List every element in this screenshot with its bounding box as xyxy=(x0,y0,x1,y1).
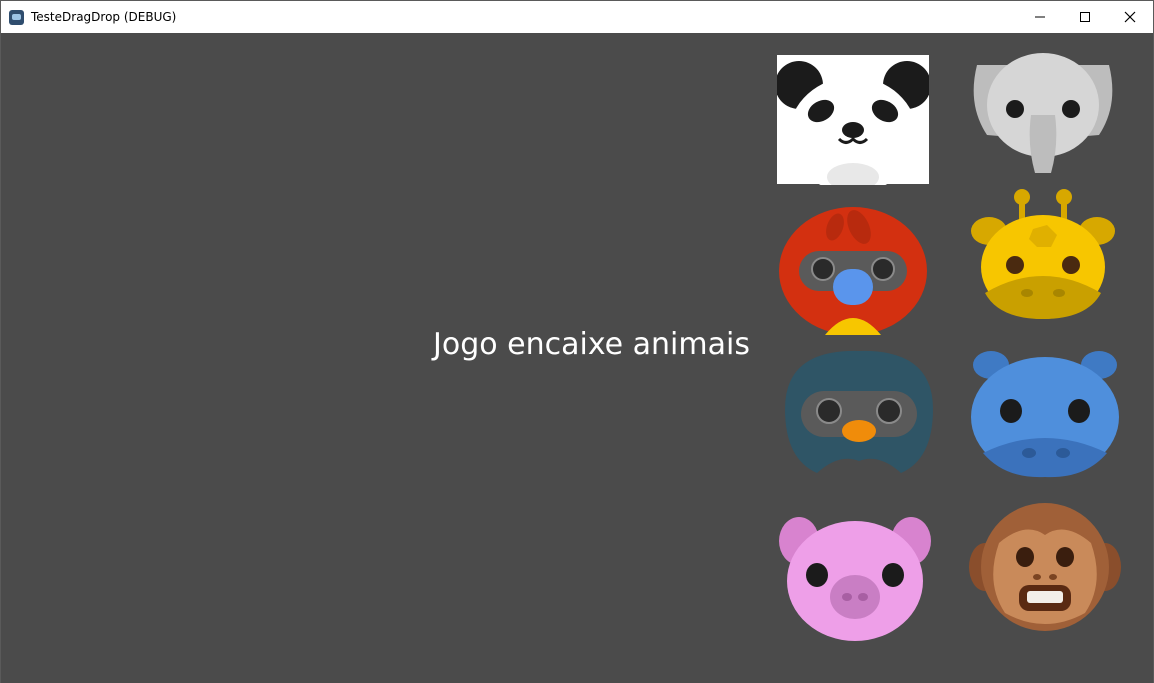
elephant-icon xyxy=(973,53,1113,173)
game-heading: Jogo encaixe animais xyxy=(433,327,750,362)
animal-tile-parrot[interactable] xyxy=(777,205,929,335)
close-button[interactable] xyxy=(1107,1,1153,33)
title-bar[interactable]: TesteDragDrop (DEBUG) xyxy=(1,1,1153,33)
window-title: TesteDragDrop (DEBUG) xyxy=(31,10,177,24)
close-icon xyxy=(1124,11,1136,23)
animal-tile-elephant[interactable] xyxy=(967,45,1119,175)
animal-tile-panda[interactable] xyxy=(777,55,929,185)
panda-icon xyxy=(777,55,929,185)
hippo-icon xyxy=(971,351,1119,478)
maximize-button[interactable] xyxy=(1062,1,1108,33)
pig-icon xyxy=(779,517,931,641)
animal-tile-penguin[interactable] xyxy=(783,349,935,479)
minimize-button[interactable] xyxy=(1017,1,1063,33)
app-icon xyxy=(9,10,24,25)
giraffe-icon xyxy=(971,189,1115,319)
penguin-icon xyxy=(785,350,933,473)
animal-tile-monkey[interactable] xyxy=(969,503,1121,633)
app-window: TesteDragDrop (DEBUG) Jogo encaixe anima… xyxy=(0,0,1154,683)
game-canvas: Jogo encaixe animais xyxy=(1,33,1153,683)
animal-tile-pig[interactable] xyxy=(779,513,931,643)
animal-tile-hippo[interactable] xyxy=(969,349,1121,479)
monkey-icon xyxy=(969,503,1121,631)
maximize-icon xyxy=(1080,12,1090,22)
minimize-icon xyxy=(1035,16,1045,18)
animal-tile-giraffe[interactable] xyxy=(967,189,1119,319)
parrot-icon xyxy=(779,207,927,335)
